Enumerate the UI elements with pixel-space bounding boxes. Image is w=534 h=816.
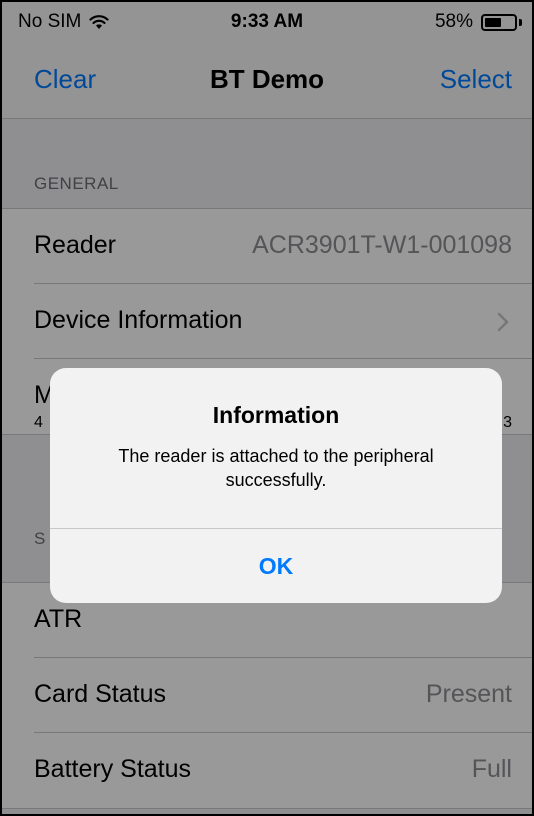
alert-title: Information [212,402,340,428]
alert-message: The reader is attached to the peripheral… [118,446,434,490]
alert-dialog: Information The reader is attached to th… [50,368,502,603]
ok-button[interactable]: OK [50,529,502,603]
app-screen: No SIM 9:33 AM 58% Clear BT Demo Select … [0,0,534,816]
